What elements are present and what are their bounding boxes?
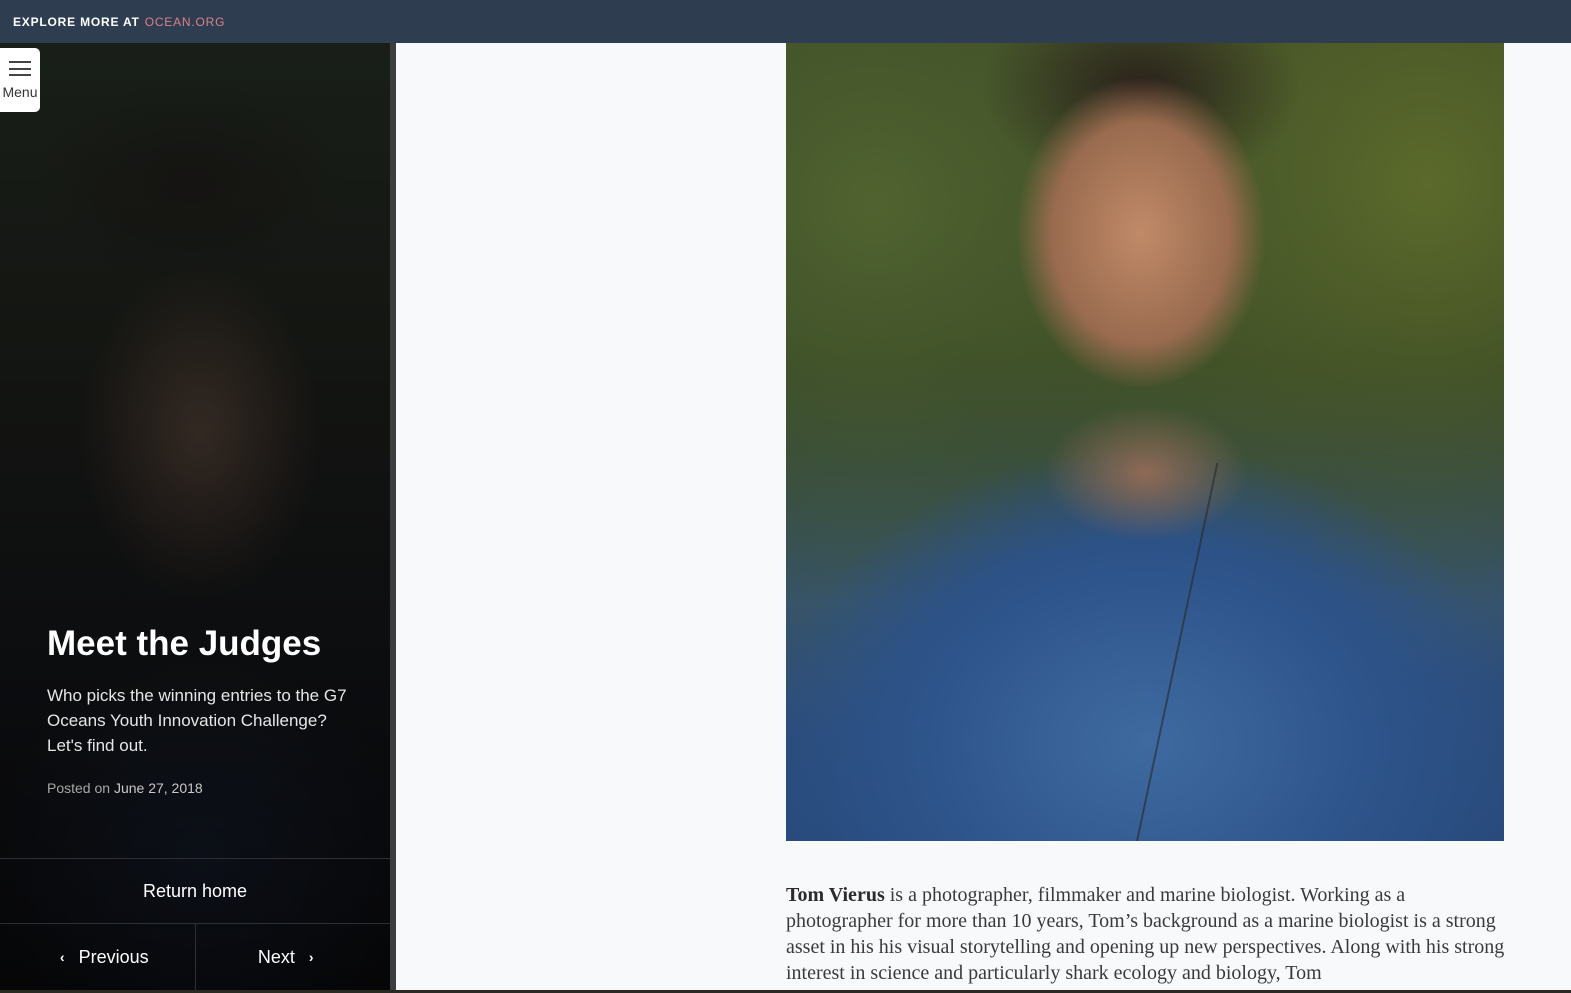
hamburger-icon bbox=[9, 61, 31, 76]
previous-label: Previous bbox=[78, 946, 149, 967]
return-home-label: Return home bbox=[142, 880, 248, 901]
post-pager: ‹ Previous Next › bbox=[0, 924, 390, 990]
previous-button[interactable]: ‹ Previous bbox=[0, 924, 196, 990]
top-banner: EXPLORE MORE AT OCEAN.ORG bbox=[0, 0, 1571, 43]
chevron-right-icon: › bbox=[308, 949, 314, 965]
judge-name: Tom Vierus bbox=[786, 884, 885, 906]
next-button[interactable]: Next › bbox=[196, 924, 391, 990]
return-home-button[interactable]: Return home bbox=[0, 858, 390, 924]
post-description: Who picks the winning entries to the G7 … bbox=[47, 686, 347, 755]
post-sidebar: Meet the Judges Who picks the winning en… bbox=[0, 43, 396, 990]
judge-portrait-photo bbox=[786, 43, 1504, 841]
post-date-value: June 27, 2018 bbox=[113, 780, 203, 796]
post-title: Meet the Judges bbox=[47, 624, 322, 663]
banner-prefix: EXPLORE MORE AT bbox=[13, 14, 140, 29]
judge-bio-text: is a photographer, filmmaker and marine … bbox=[786, 884, 1505, 984]
menu-button[interactable]: Menu bbox=[0, 48, 40, 112]
chevron-left-icon: ‹ bbox=[59, 949, 65, 965]
next-label: Next bbox=[257, 946, 295, 967]
judge-bio: Tom Vierus is a photographer, filmmaker … bbox=[786, 882, 1506, 986]
menu-label: Menu bbox=[2, 84, 38, 100]
post-date: Posted on June 27, 2018 bbox=[47, 780, 203, 796]
ocean-org-link[interactable]: OCEAN.ORG bbox=[145, 15, 226, 29]
